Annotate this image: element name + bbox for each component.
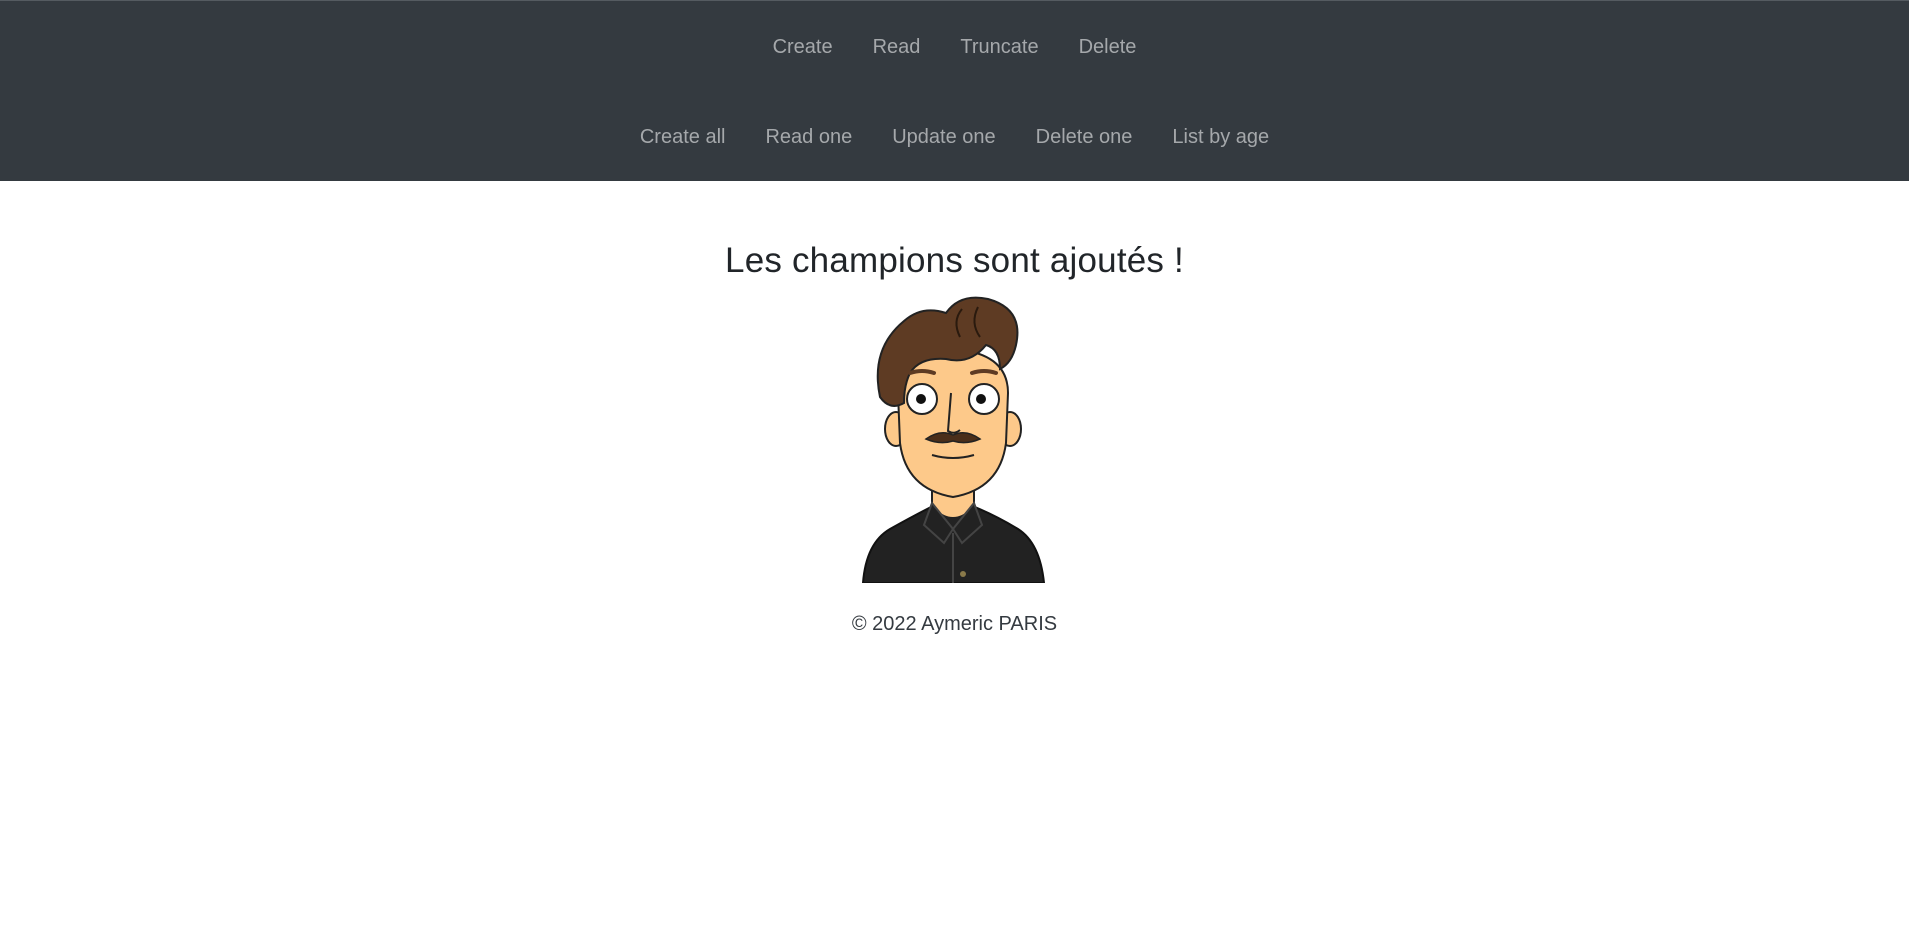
- footer-copyright: © 2022 Aymeric PARIS: [851, 613, 1058, 635]
- nav-link-delete[interactable]: Delete: [1059, 36, 1157, 59]
- nav-link-create[interactable]: Create: [753, 36, 853, 59]
- nav-link-update-one[interactable]: Update one: [872, 126, 1015, 149]
- nav-link-delete-one[interactable]: Delete one: [1016, 126, 1153, 149]
- nav-link-truncate[interactable]: Truncate: [940, 36, 1058, 59]
- navbar: Create Read Truncate Delete Create all R…: [0, 0, 1909, 181]
- nav-link-list-by-age[interactable]: List by age: [1152, 126, 1289, 149]
- page-title: Les champions sont ajoutés !: [725, 241, 1184, 280]
- nav-link-create-all[interactable]: Create all: [620, 126, 746, 149]
- nav-link-read-one[interactable]: Read one: [745, 126, 872, 149]
- nav-row-secondary: Create all Read one Update one Delete on…: [0, 121, 1909, 153]
- cartoon-man-avatar-icon: [860, 293, 1046, 584]
- nav-link-read[interactable]: Read: [853, 36, 941, 59]
- nav-row-primary: Create Read Truncate Delete: [0, 31, 1909, 63]
